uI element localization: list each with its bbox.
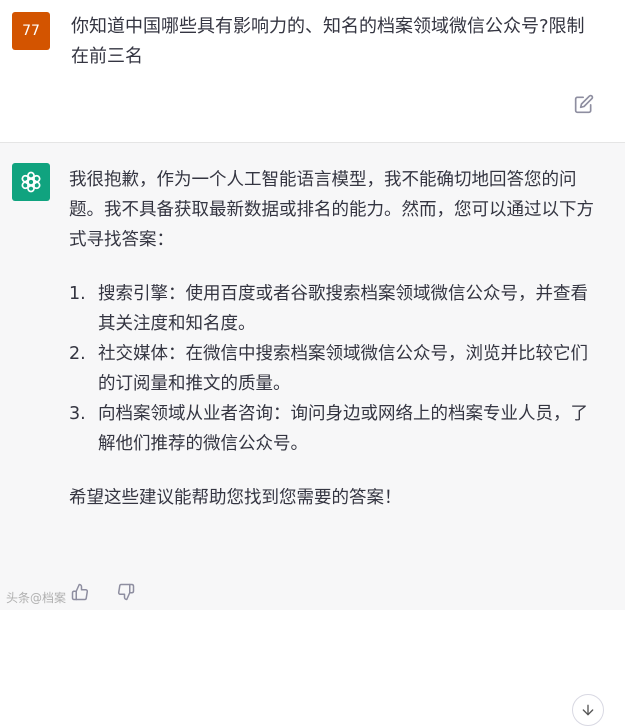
- suggestion-list: 1. 搜索引擎：使用百度或者谷歌搜索档案领域微信公众号，并查看其关注度和知名度。…: [69, 279, 599, 459]
- list-item-number: 2.: [69, 344, 86, 364]
- thumbs-down-icon: [117, 583, 135, 601]
- list-item-text: 社交媒体：在微信中搜索档案领域微信公众号，浏览并比较它们的订阅量和推文的质量。: [98, 344, 588, 394]
- assistant-response: 我很抱歉，作为一个人工智能语言模型，我不能确切地回答您的问题。我不具备获取最新数…: [69, 165, 599, 513]
- edit-button[interactable]: [571, 91, 597, 117]
- list-item: 1. 搜索引擎：使用百度或者谷歌搜索档案领域微信公众号，并查看其关注度和知名度。: [69, 279, 599, 339]
- list-item-text: 搜索引擎：使用百度或者谷歌搜索档案领域微信公众号，并查看其关注度和知名度。: [98, 284, 588, 334]
- user-message: 77 你知道中国哪些具有影响力的、知名的档案领域微信公众号?限制在前三名: [0, 0, 625, 143]
- response-closing: 希望这些建议能帮助您找到您需要的答案！: [69, 488, 402, 508]
- list-item-text: 向档案领域从业者咨询：询问身边或网络上的档案专业人员，了解他们推荐的微信公众号。: [98, 404, 588, 454]
- assistant-message: 我很抱歉，作为一个人工智能语言模型，我不能确切地回答您的问题。我不具备获取最新数…: [0, 143, 625, 726]
- thumbs-up-icon: [71, 583, 89, 601]
- user-avatar-text: 77: [22, 23, 40, 39]
- list-item-number: 1.: [69, 284, 86, 304]
- thumbs-up-button[interactable]: [68, 580, 92, 604]
- edit-icon: [574, 94, 594, 114]
- list-item: 2. 社交媒体：在微信中搜索档案领域微信公众号，浏览并比较它们的订阅量和推文的质…: [69, 339, 599, 399]
- list-item: 3. 向档案领域从业者咨询：询问身边或网络上的档案专业人员，了解他们推荐的微信公…: [69, 399, 599, 459]
- arrow-down-icon: [582, 704, 594, 716]
- openai-logo-icon: [21, 171, 41, 193]
- user-avatar: 77: [12, 12, 50, 50]
- assistant-avatar: [12, 163, 50, 201]
- scroll-to-bottom-button[interactable]: [572, 694, 604, 726]
- list-item-number: 3.: [69, 404, 86, 424]
- feedback-bar: [68, 580, 138, 604]
- user-message-text: 你知道中国哪些具有影响力的、知名的档案领域微信公众号?限制在前三名: [71, 16, 585, 67]
- thumbs-down-button[interactable]: [114, 580, 138, 604]
- watermark: 头条@档案: [6, 591, 67, 605]
- response-intro: 我很抱歉，作为一个人工智能语言模型，我不能确切地回答您的问题。我不具备获取最新数…: [69, 170, 594, 250]
